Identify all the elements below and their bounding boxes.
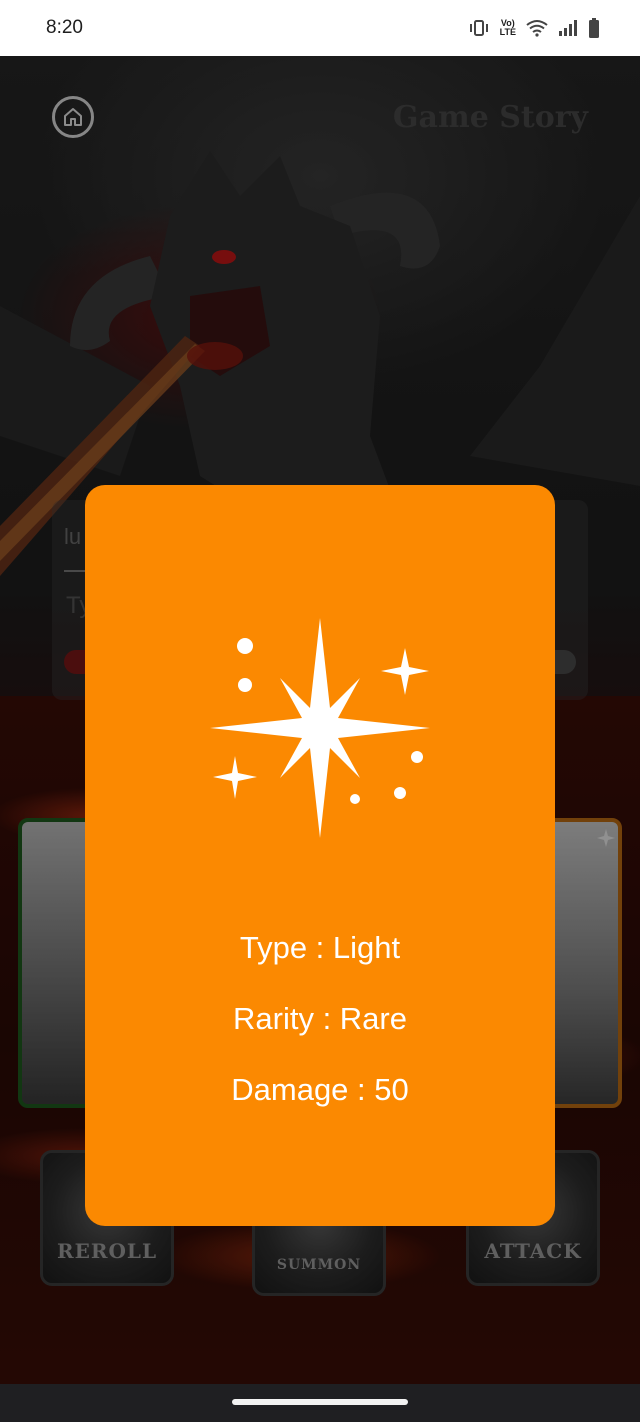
card-damage: Damage : 50: [231, 1072, 409, 1107]
wifi-icon: [526, 20, 548, 37]
gesture-handle[interactable]: [232, 1399, 408, 1405]
signal-icon: [559, 20, 577, 36]
battery-icon: [589, 18, 599, 38]
card-detail-modal: Type : Light Rarity : Rare Damage : 50: [85, 485, 555, 1226]
volte-icon: Vo) LTE: [500, 19, 516, 37]
sparkle-icon: [210, 618, 430, 838]
status-icons: Vo) LTE: [468, 18, 600, 38]
card-rarity: Rarity : Rare: [233, 1001, 407, 1036]
status-time: 8:20: [46, 17, 83, 38]
volte-label-bottom: LTE: [499, 27, 516, 37]
card-type: Type : Light: [239, 930, 401, 965]
vibrate-icon: [469, 20, 488, 36]
navigation-bar: [0, 1384, 640, 1422]
status-bar: 8:20 Vo) LTE: [0, 0, 640, 56]
